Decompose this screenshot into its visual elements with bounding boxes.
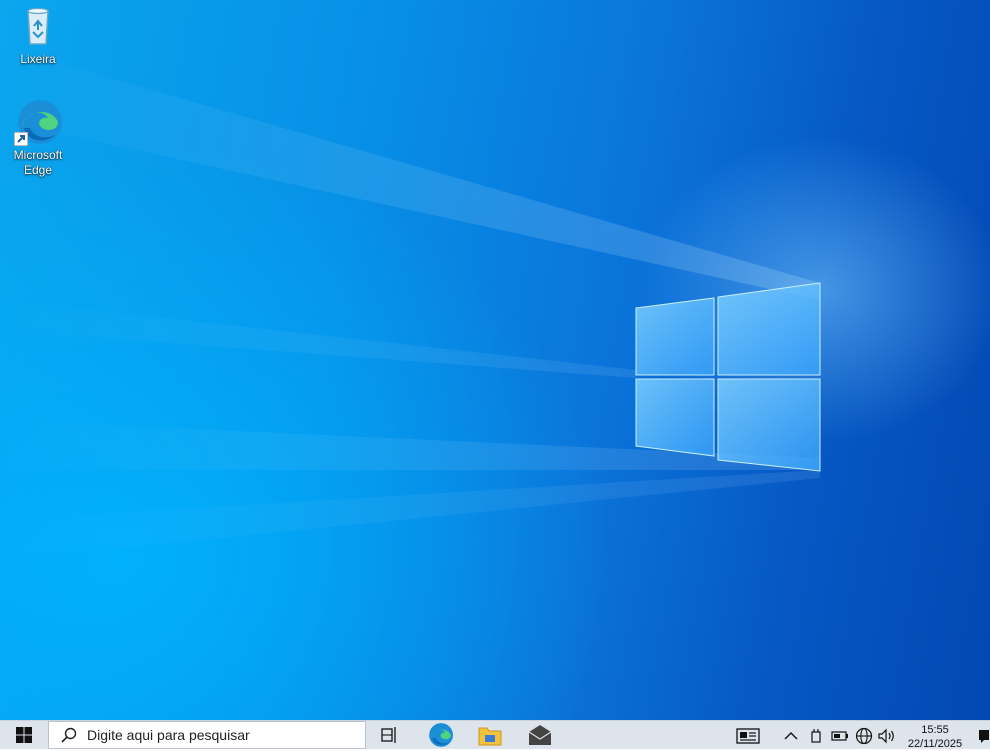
clock[interactable]: 15:55 22/11/2025 [900, 723, 970, 751]
mail-button[interactable] [516, 721, 564, 749]
task-view-icon [381, 727, 396, 743]
taskbar-edge-button[interactable] [416, 721, 464, 749]
chevron-up-icon [784, 732, 798, 740]
mail-icon [528, 725, 552, 745]
shortcut-arrow-icon [14, 132, 28, 146]
search-icon [61, 727, 77, 743]
battery-icon [831, 731, 848, 741]
recycle-bin-icon [14, 2, 62, 50]
clock-date: 22/11/2025 [907, 738, 963, 750]
task-view-button[interactable] [366, 721, 414, 749]
search-placeholder: Digite aqui para pesquisar [87, 727, 250, 743]
folder-icon [478, 727, 502, 746]
network-button[interactable] [855, 727, 873, 745]
search-box[interactable]: Digite aqui para pesquisar [48, 721, 366, 749]
recycle-bin-label: Lixeira [20, 52, 56, 66]
windows-logo-light [635, 282, 821, 472]
news-widget-button[interactable] [734, 727, 762, 745]
edge-icon [429, 723, 453, 747]
notification-center-button[interactable] [978, 729, 990, 747]
desktop[interactable]: Lixeira Microsoft Edge [0, 0, 990, 720]
volume-icon [878, 728, 894, 744]
edge-icon [14, 98, 62, 146]
desktop-icon-microsoft-edge[interactable]: Microsoft Edge [1, 98, 75, 178]
file-explorer-button[interactable] [466, 721, 514, 749]
taskbar: Digite aqui para pesquisar 15:55 22/11/2… [0, 720, 990, 751]
volume-button[interactable] [878, 727, 896, 745]
edge-label-line1: Microsoft [13, 148, 63, 162]
network-globe-icon [855, 727, 873, 745]
power-status-button[interactable] [808, 727, 824, 745]
windows-logo-icon [16, 727, 32, 743]
start-button[interactable] [0, 721, 48, 749]
desktop-icon-recycle-bin[interactable]: Lixeira [1, 2, 75, 67]
battery-button[interactable] [831, 727, 849, 745]
show-hidden-icons-button[interactable] [783, 727, 799, 745]
clock-time: 15:55 [921, 724, 949, 736]
news-widget-icon [736, 728, 760, 744]
battery-plug-icon [811, 729, 821, 743]
wallpaper [0, 46, 821, 560]
edge-label-line2: Edge [23, 163, 53, 177]
notification-icon [979, 730, 989, 743]
